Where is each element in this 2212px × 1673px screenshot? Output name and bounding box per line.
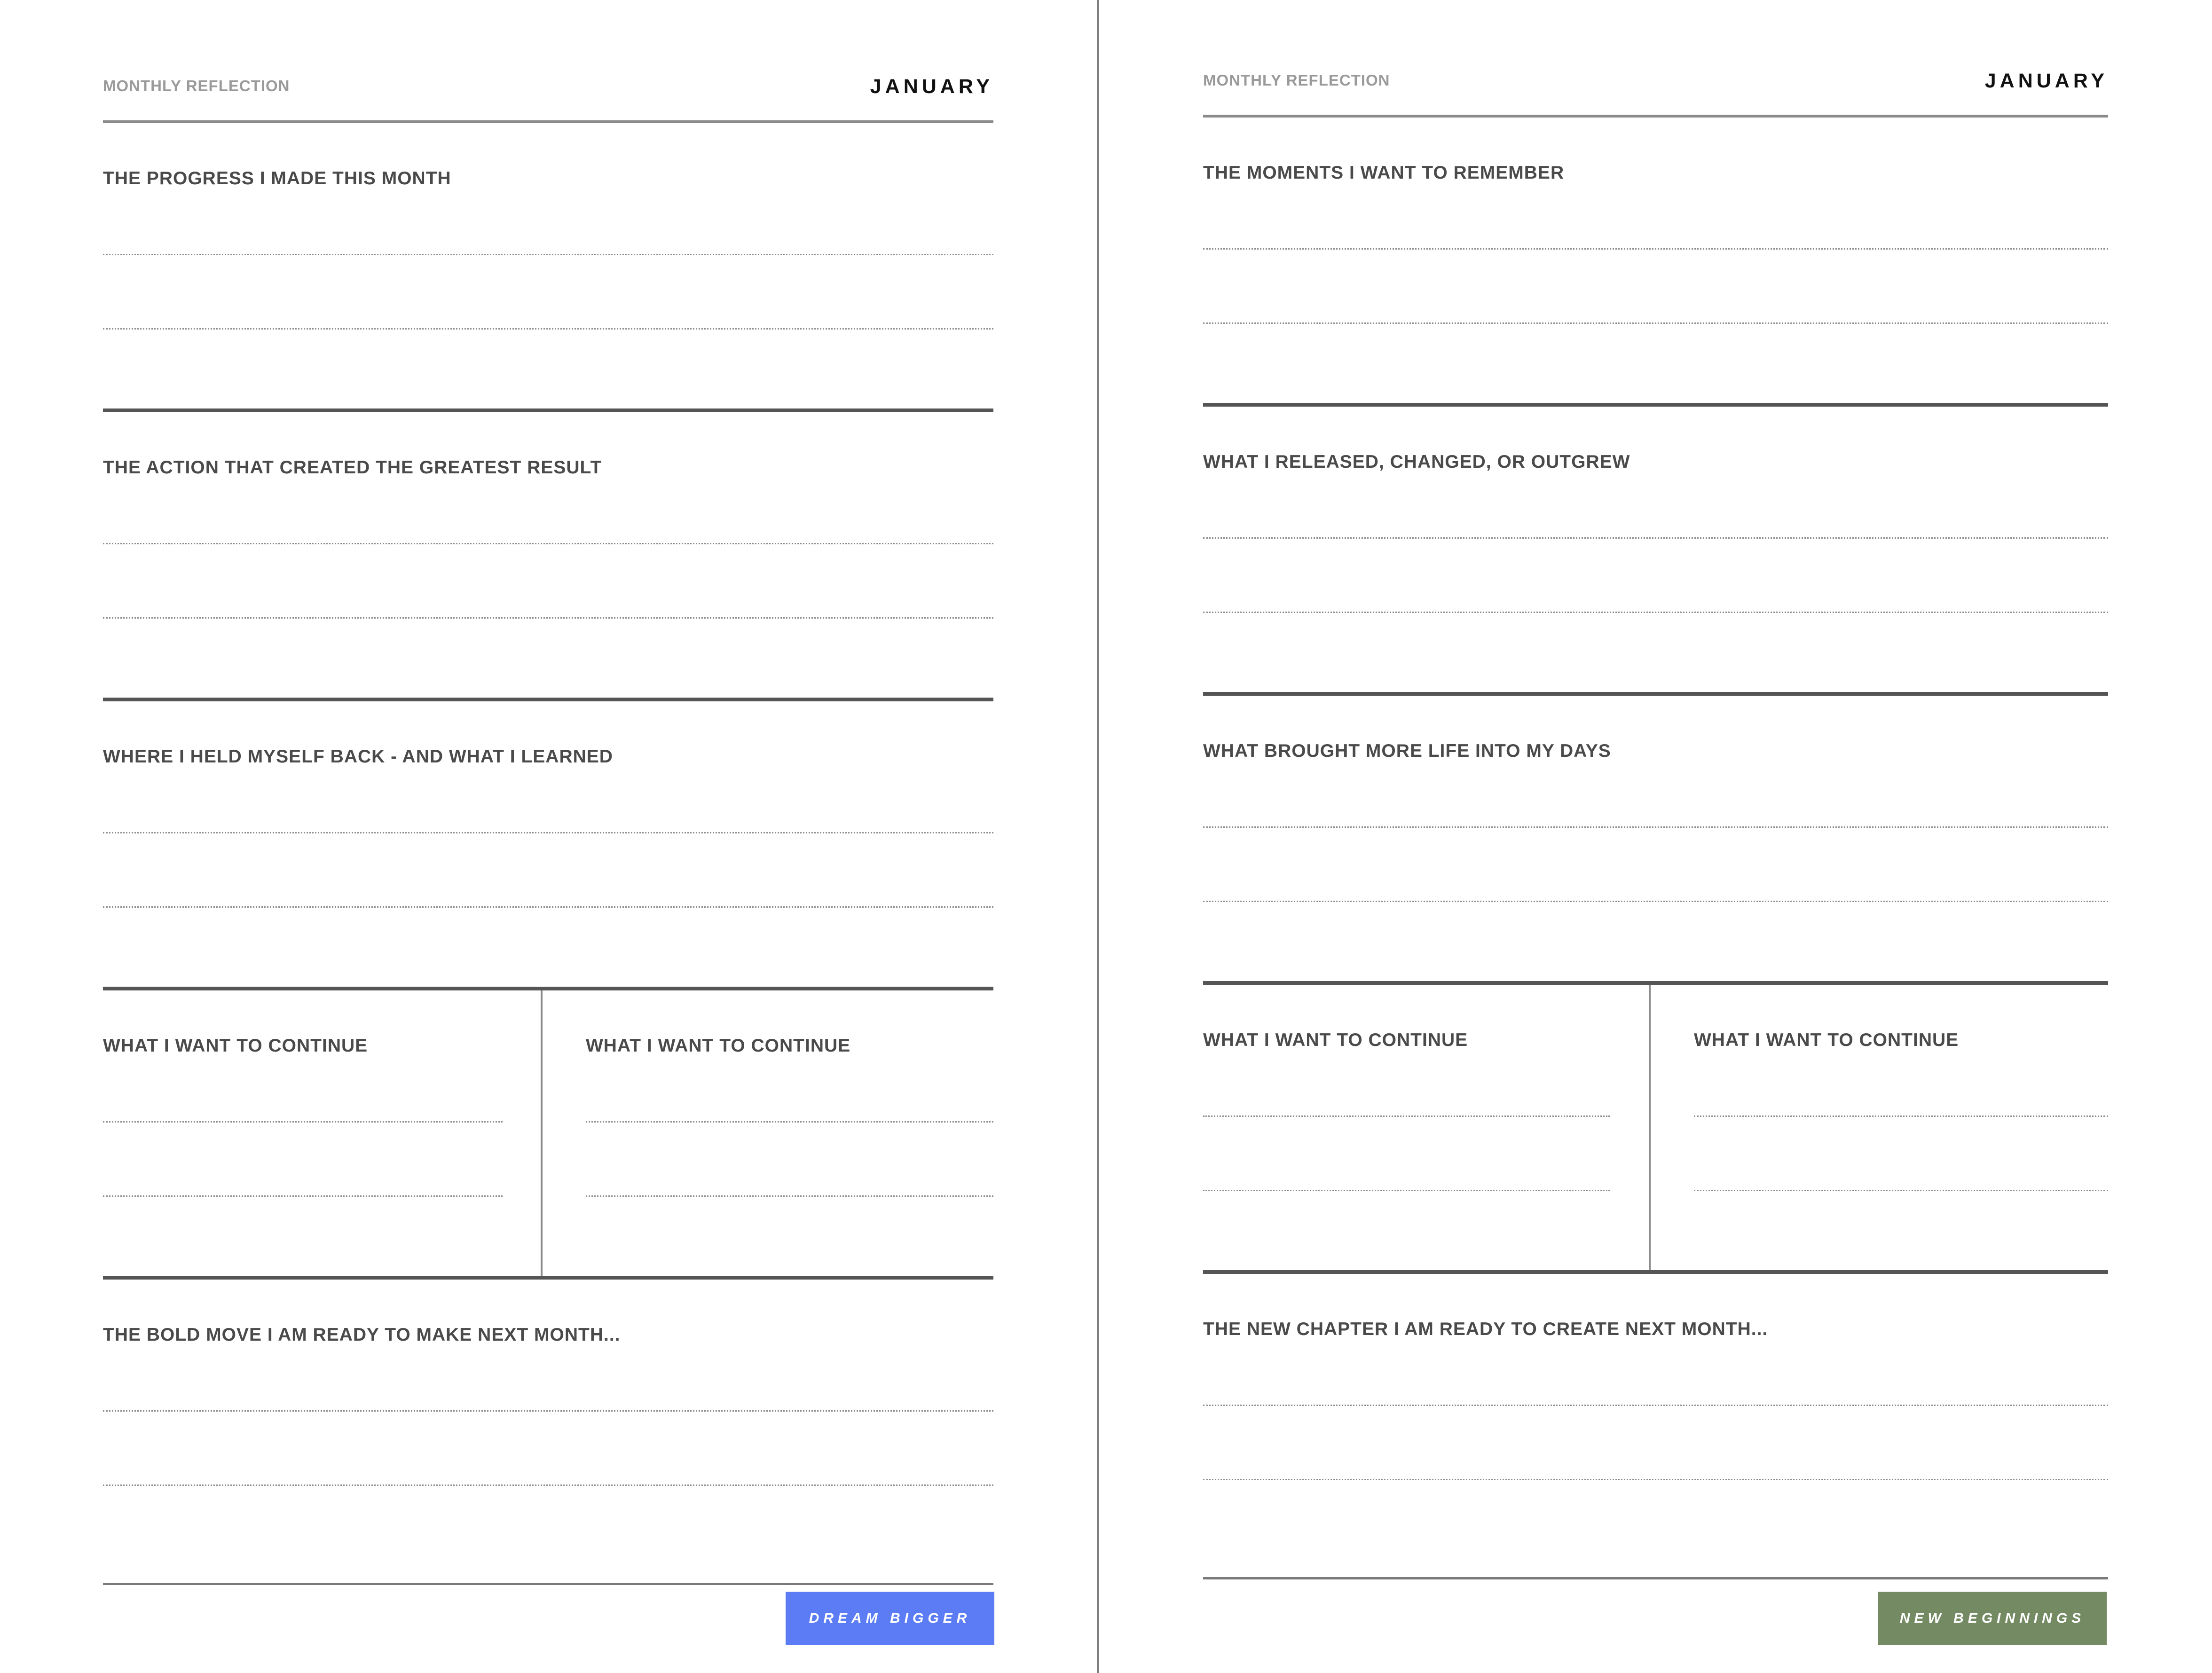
section-title: THE PROGRESS I MADE THIS MONTH: [103, 168, 451, 189]
writing-line[interactable]: [1203, 248, 2108, 250]
section-continue-split: WHAT I WANT TO CONTINUE WHAT I WANT TO C…: [103, 990, 993, 1280]
writing-line[interactable]: [1203, 901, 2108, 902]
section-moments: THE MOMENTS I WANT TO REMEMBER: [1203, 118, 2108, 407]
header-label: MONTHLY REFLECTION: [103, 77, 290, 94]
writing-line[interactable]: [1203, 1405, 2108, 1406]
new-beginnings-badge: NEW BEGINNINGS: [1878, 1592, 2107, 1645]
section-rule: [1203, 1577, 2108, 1579]
section-title: THE BOLD MOVE I AM READY TO MAKE NEXT MO…: [103, 1325, 621, 1345]
section-bold-move: THE BOLD MOVE I AM READY TO MAKE NEXT MO…: [103, 1280, 993, 1585]
split-divider: [541, 990, 543, 1276]
section-rule: [103, 408, 993, 412]
writing-line[interactable]: [103, 254, 993, 255]
section-title: WHAT I WANT TO CONTINUE: [1694, 1030, 1959, 1050]
month-title: JANUARY: [1984, 70, 2108, 92]
writing-line[interactable]: [103, 1410, 993, 1412]
header-label: MONTHLY REFLECTION: [1203, 71, 1390, 89]
section-title: THE MOMENTS I WANT TO REMEMBER: [1203, 163, 1565, 183]
writing-line[interactable]: [586, 1121, 993, 1123]
split-column-left: WHAT I WANT TO CONTINUE: [1203, 985, 1610, 1274]
section-action: THE ACTION THAT CREATED THE GREATEST RES…: [103, 412, 993, 701]
section-rule: [1203, 1270, 2108, 1274]
section-rule: [1203, 981, 2108, 985]
section-rule: [103, 698, 993, 701]
section-rule: [103, 1583, 993, 1585]
writing-line[interactable]: [1203, 826, 2108, 828]
month-title: JANUARY: [870, 75, 993, 98]
section-rule: [1203, 403, 2108, 407]
section-released: WHAT I RELEASED, CHANGED, OR OUTGREW: [1203, 407, 2108, 696]
writing-line[interactable]: [103, 1484, 993, 1486]
writing-line[interactable]: [1203, 537, 2108, 539]
writing-line[interactable]: [1203, 612, 2108, 613]
writing-line[interactable]: [103, 906, 993, 908]
section-title: THE ACTION THAT CREATED THE GREATEST RES…: [103, 457, 602, 478]
section-continue-split: WHAT I WANT TO CONTINUE WHAT I WANT TO C…: [1203, 985, 2108, 1274]
writing-line[interactable]: [1694, 1115, 2108, 1117]
section-new-chapter: THE NEW CHAPTER I AM READY TO CREATE NEX…: [1203, 1274, 2108, 1579]
right-page: MONTHLY REFLECTION JANUARY THE MOMENTS I…: [1203, 0, 2108, 1579]
page-divider: [1097, 0, 1099, 1673]
section-rule: [103, 1276, 993, 1280]
left-page: MONTHLY REFLECTION JANUARY THE PROGRESS …: [103, 0, 993, 1585]
page-header: MONTHLY REFLECTION JANUARY: [1203, 0, 2108, 118]
section-life: WHAT BROUGHT MORE LIFE INTO MY DAYS: [1203, 696, 2108, 985]
section-held-back: WHERE I HELD MYSELF BACK - AND WHAT I LE…: [103, 701, 993, 990]
writing-line[interactable]: [103, 543, 993, 544]
writing-line[interactable]: [1203, 322, 2108, 324]
section-title: THE NEW CHAPTER I AM READY TO CREATE NEX…: [1203, 1319, 1768, 1339]
split-column-right: WHAT I WANT TO CONTINUE: [1694, 985, 2108, 1274]
section-title: WHAT I WANT TO CONTINUE: [103, 1036, 368, 1056]
section-title: WHAT I RELEASED, CHANGED, OR OUTGREW: [1203, 452, 1630, 472]
section-rule: [1203, 692, 2108, 696]
writing-line[interactable]: [103, 617, 993, 619]
split-divider: [1649, 985, 1651, 1270]
writing-line[interactable]: [103, 1121, 503, 1123]
writing-line[interactable]: [103, 1195, 503, 1197]
writing-line[interactable]: [1203, 1115, 1610, 1117]
section-title: WHAT I WANT TO CONTINUE: [586, 1036, 851, 1056]
section-progress: THE PROGRESS I MADE THIS MONTH: [103, 123, 993, 412]
writing-line[interactable]: [1203, 1190, 1610, 1191]
section-title: WHAT BROUGHT MORE LIFE INTO MY DAYS: [1203, 741, 1611, 761]
page-header: MONTHLY REFLECTION JANUARY: [103, 0, 993, 123]
dream-bigger-badge: DREAM BIGGER: [786, 1592, 994, 1645]
split-column-left: WHAT I WANT TO CONTINUE: [103, 990, 503, 1280]
section-title: WHERE I HELD MYSELF BACK - AND WHAT I LE…: [103, 746, 613, 767]
writing-line[interactable]: [103, 832, 993, 833]
writing-line[interactable]: [586, 1195, 993, 1197]
section-rule: [103, 987, 993, 990]
writing-line[interactable]: [1203, 1479, 2108, 1480]
section-title: WHAT I WANT TO CONTINUE: [1203, 1030, 1468, 1050]
writing-line[interactable]: [103, 328, 993, 330]
split-column-right: WHAT I WANT TO CONTINUE: [586, 990, 993, 1280]
writing-line[interactable]: [1694, 1190, 2108, 1191]
